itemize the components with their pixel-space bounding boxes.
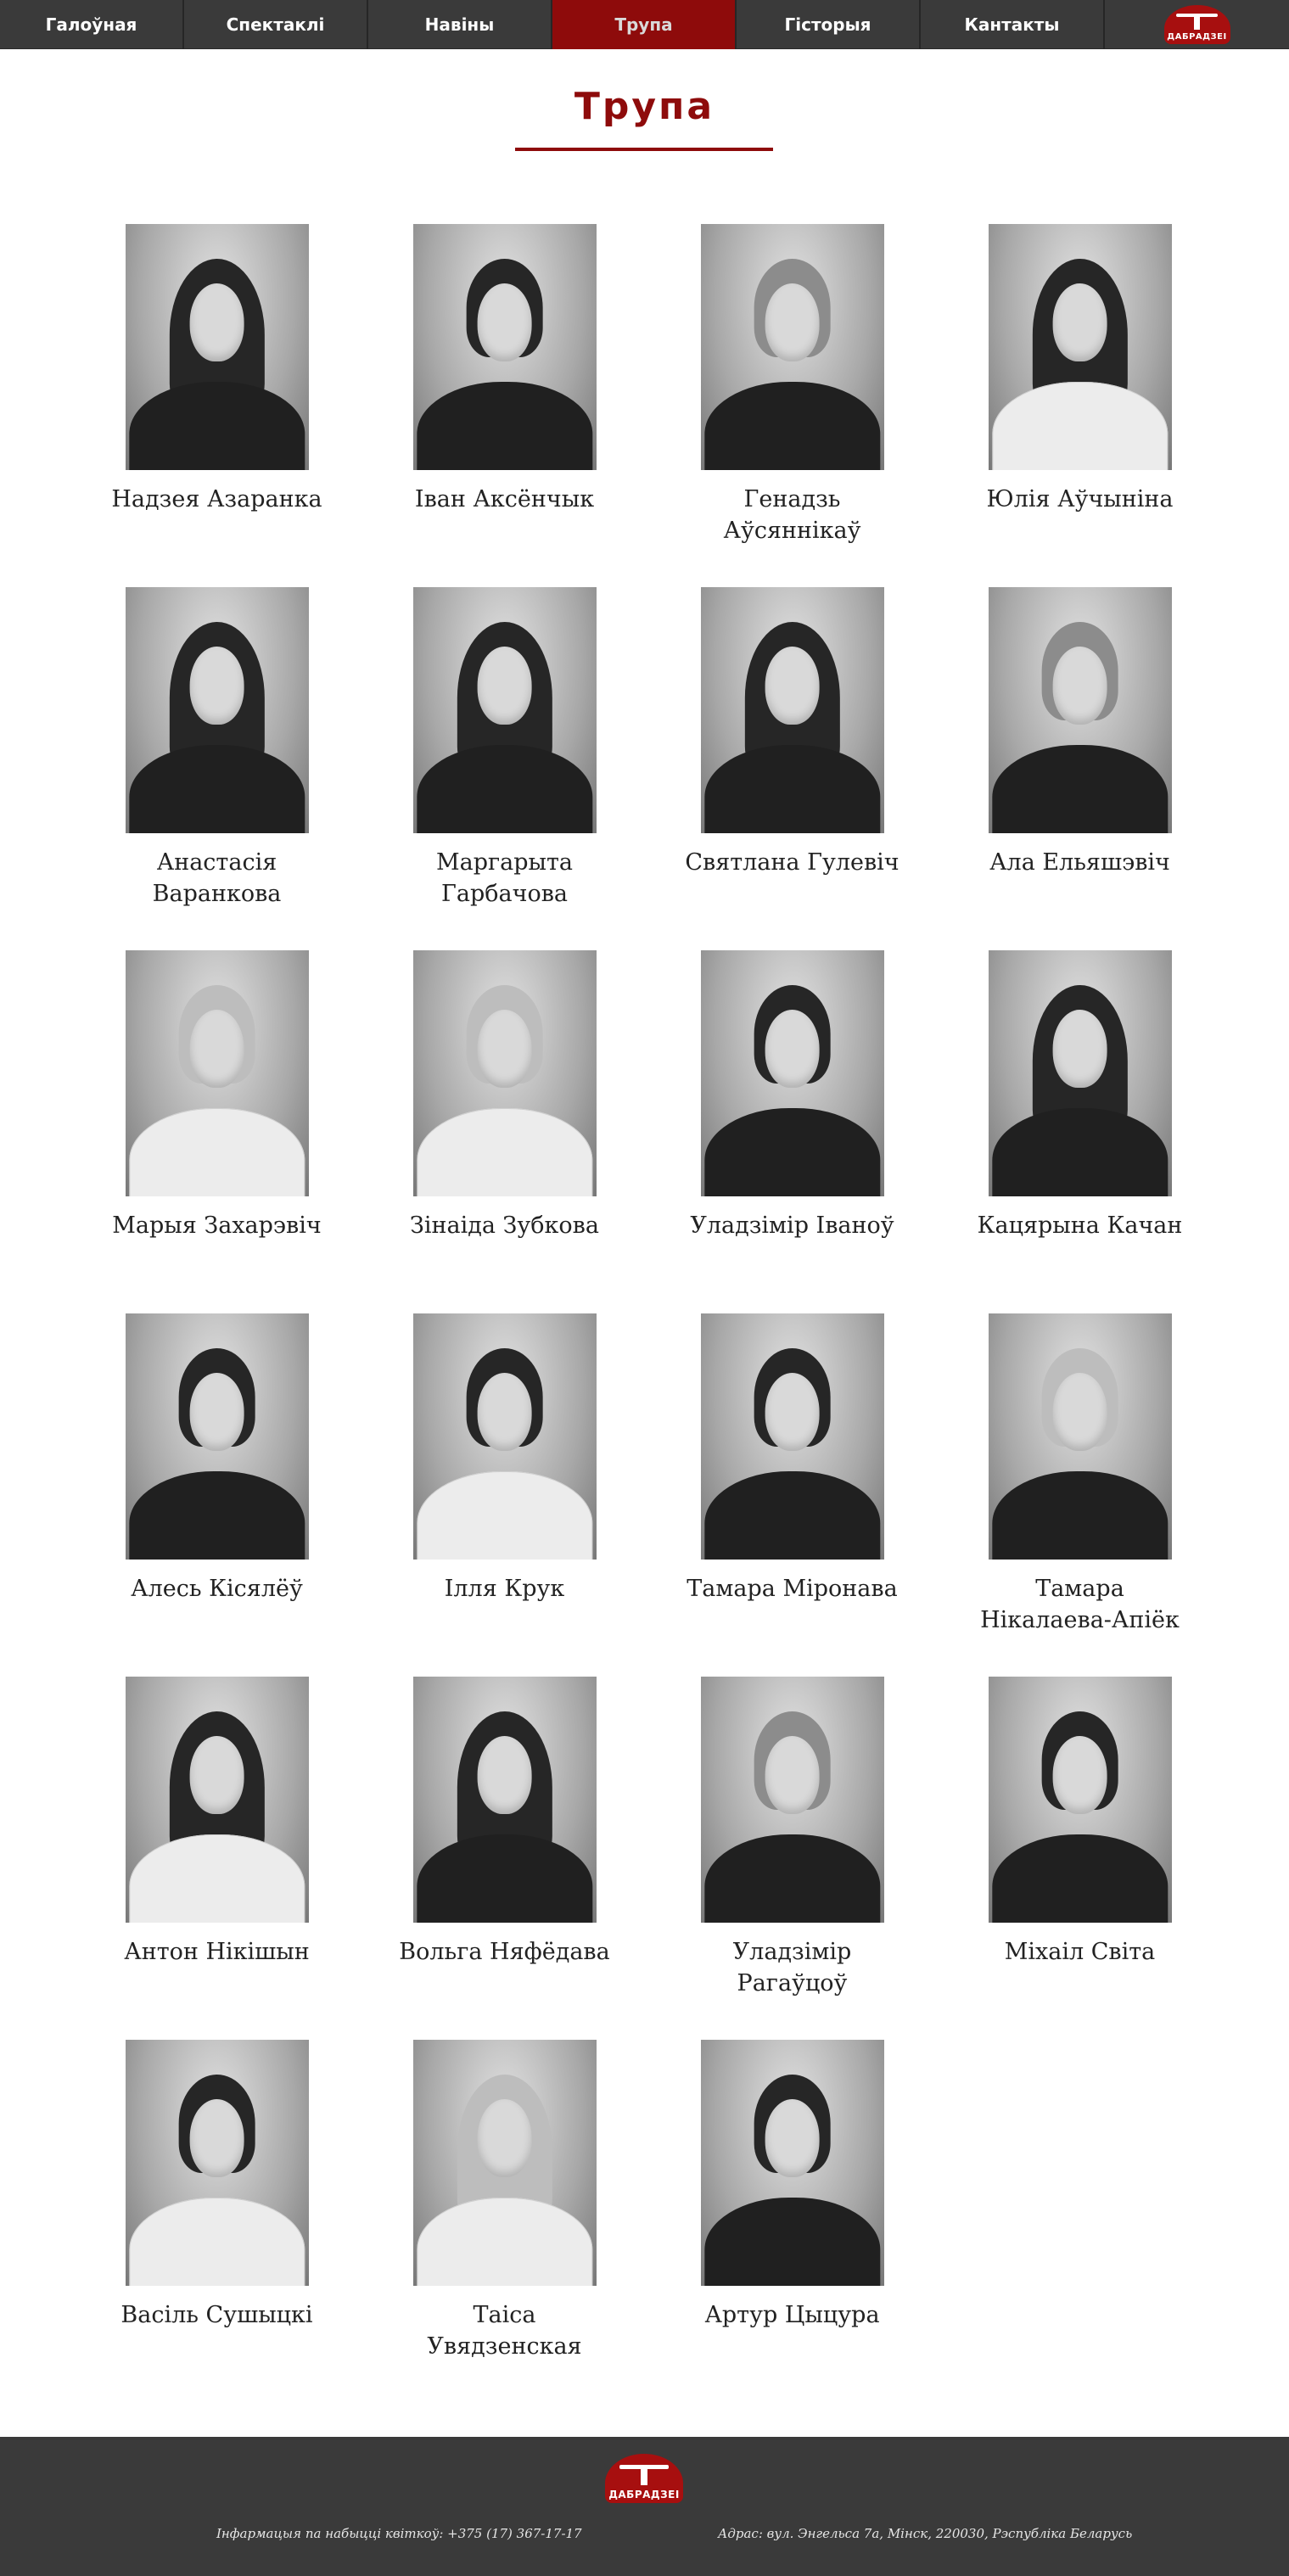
member-photo <box>988 587 1172 833</box>
nav-item-performances[interactable]: Спектаклі <box>184 0 368 49</box>
member-name: Іван Аксёнчык <box>414 486 595 512</box>
troupe-member-card[interactable]: Анастасія Варанкова <box>73 587 361 950</box>
member-name: Таіса Увядзенская <box>427 2302 582 2360</box>
nav-item-history[interactable]: Гісторыя <box>737 0 921 49</box>
troupe-member-card[interactable]: Антон Нікішын <box>73 1677 361 2040</box>
troupe-member-card[interactable]: Іван Аксёнчык <box>361 224 648 587</box>
member-photo <box>700 1677 884 1923</box>
troupe-member-card[interactable]: Тамара Нікалаева-Апіёк <box>936 1313 1224 1677</box>
top-nav: Галоўная Спектаклі Навіны Трупа Гісторыя… <box>0 0 1289 49</box>
theatre-logo-text: ДАБРАДЗЕІ <box>1167 31 1227 42</box>
theatre-logo-icon <box>1164 10 1230 30</box>
troupe-member-card[interactable]: Таіса Увядзенская <box>361 2040 648 2403</box>
member-name: Анастасія Варанкова <box>152 849 282 907</box>
member-photo <box>412 1677 597 1923</box>
footer-logo-area: ДАБРАДЗЕІ <box>605 2454 683 2503</box>
member-name: Святлана Гулевіч <box>685 849 899 876</box>
member-name: Алесь Кісялёў <box>131 1576 303 1602</box>
nav-item-contacts[interactable]: Кантакты <box>921 0 1105 49</box>
footer-address: Адрас: вул. Энгельса 7а, Мінск, 220030, … <box>718 2526 1133 2541</box>
member-name: Маргарыта Гарбачова <box>435 849 574 907</box>
troupe-member-card[interactable]: Васіль Сушыцкі <box>73 2040 361 2403</box>
troupe-member-card[interactable]: Святлана Гулевіч <box>648 587 936 950</box>
member-photo <box>988 224 1172 470</box>
member-name: Уладзімір Іваноў <box>690 1212 894 1239</box>
member-photo <box>988 1313 1172 1560</box>
member-name: Ілля Крук <box>444 1576 565 1602</box>
troupe-member-card[interactable]: Тамара Міронава <box>648 1313 936 1677</box>
member-name: Юлія Аўчыніна <box>986 486 1174 512</box>
member-photo <box>412 2040 597 2286</box>
member-photo <box>125 224 309 470</box>
theatre-logo-icon <box>605 2461 683 2486</box>
member-photo <box>412 587 597 833</box>
member-photo <box>700 950 884 1196</box>
member-name: Ала Ельяшэвіч <box>989 849 1170 876</box>
troupe-member-card[interactable]: Уладзімір Рагаўцоў <box>648 1677 936 2040</box>
nav-item-troupe[interactable]: Трупа <box>552 0 737 49</box>
member-photo <box>125 950 309 1196</box>
troupe-member-card[interactable]: Зінаіда Зубкова <box>361 950 648 1313</box>
troupe-member-card[interactable]: Маргарыта Гарбачова <box>361 587 648 950</box>
member-photo <box>700 587 884 833</box>
member-photo <box>700 224 884 470</box>
troupe-member-card[interactable]: Марыя Захарэвіч <box>73 950 361 1313</box>
troupe-member-card[interactable]: Вольга Няфёдава <box>361 1677 648 2040</box>
theatre-logo[interactable]: ДАБРАДЗЕІ <box>1163 4 1230 44</box>
member-name: Зінаіда Зубкова <box>410 1212 599 1239</box>
member-photo <box>412 1313 597 1560</box>
troupe-member-card[interactable]: Ілля Крук <box>361 1313 648 1677</box>
footer-logo-text: ДАБРАДЗЕІ <box>608 2488 680 2500</box>
troupe-member-card[interactable]: Надзея Азаранка <box>73 224 361 587</box>
member-name: Тамара Міронава <box>687 1576 898 1602</box>
member-photo <box>412 224 597 470</box>
troupe-member-card[interactable]: Артур Цыцура <box>648 2040 936 2403</box>
nav-item-news[interactable]: Навіны <box>368 0 552 49</box>
member-photo <box>125 1677 309 1923</box>
member-name: Кацярына Качан <box>977 1212 1183 1239</box>
troupe-grid: Надзея Азаранка Іван Аксёнчык Генадзь Аў… <box>73 224 1224 2403</box>
site-footer: ДАБРАДЗЕІ Інфармацыя па набыцці квіткоў:… <box>0 2437 1289 2576</box>
member-name: Генадзь Аўсяннікаў <box>723 486 861 544</box>
member-photo <box>125 587 309 833</box>
member-photo <box>988 1677 1172 1923</box>
nav-logo-area: ДАБРАДЗЕІ <box>1105 0 1289 48</box>
title-underline <box>515 148 773 151</box>
troupe-member-card[interactable]: Кацярына Качан <box>936 950 1224 1313</box>
troupe-member-card[interactable]: Міхаіл Світа <box>936 1677 1224 2040</box>
member-name: Вольга Няфёдава <box>399 1939 610 1965</box>
member-name: Тамара Нікалаева-Апіёк <box>980 1576 1180 1633</box>
troupe-member-card[interactable]: Юлія Аўчыніна <box>936 224 1224 587</box>
troupe-member-card[interactable]: Алесь Кісялёў <box>73 1313 361 1677</box>
member-name: Надзея Азаранка <box>111 486 322 512</box>
troupe-member-card[interactable]: Ала Ельяшэвіч <box>936 587 1224 950</box>
member-name: Уладзімір Рагаўцоў <box>732 1939 852 1996</box>
member-photo <box>125 1313 309 1560</box>
member-name: Марыя Захарэвіч <box>112 1212 322 1239</box>
page-title: Трупа <box>574 85 715 128</box>
member-photo <box>988 950 1172 1196</box>
member-name: Міхаіл Світа <box>1004 1939 1156 1965</box>
footer-theatre-logo[interactable]: ДАБРАДЗЕІ <box>605 2454 683 2503</box>
troupe-member-card[interactable]: Генадзь Аўсяннікаў <box>648 224 936 587</box>
member-photo <box>700 1313 884 1560</box>
member-name: Васіль Сушыцкі <box>120 2302 313 2328</box>
member-photo <box>412 950 597 1196</box>
member-name: Артур Цыцура <box>704 2302 880 2328</box>
nav-item-home[interactable]: Галоўная <box>0 0 184 49</box>
footer-ticket-info: Інфармацыя па набыцці квіткоў: +375 (17)… <box>216 2526 582 2541</box>
member-photo <box>700 2040 884 2286</box>
member-photo <box>125 2040 309 2286</box>
member-name: Антон Нікішын <box>124 1939 310 1965</box>
troupe-member-card[interactable]: Уладзімір Іваноў <box>648 950 936 1313</box>
